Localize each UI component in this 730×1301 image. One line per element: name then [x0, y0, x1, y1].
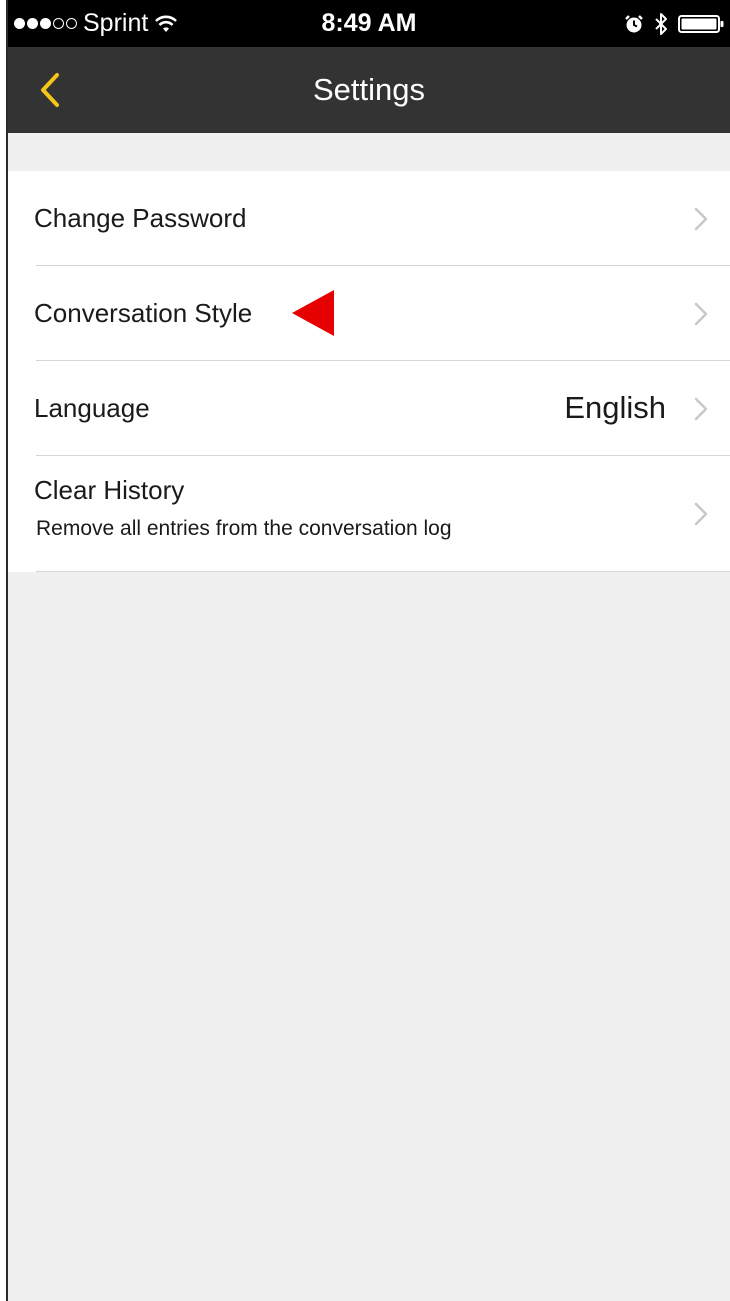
status-time: 8:49 AM: [321, 9, 417, 37]
settings-item-sublabel: Remove all entries from the conversation…: [36, 517, 452, 540]
status-bar: Sprint 8:49 AM: [8, 0, 730, 47]
settings-item-label: Change Password: [34, 203, 247, 233]
annotation-arrow-icon: [292, 290, 334, 336]
alarm-icon: [624, 14, 644, 34]
settings-item-language[interactable]: Language English: [8, 361, 730, 456]
settings-item-clear-history[interactable]: Clear History Remove all entries from th…: [8, 456, 730, 572]
page-title: Settings: [312, 72, 425, 107]
settings-item-label: Clear History: [34, 475, 185, 505]
settings-item-label: Conversation Style: [34, 298, 253, 328]
settings-item-label: Language: [34, 393, 150, 423]
status-right: [624, 0, 724, 47]
row-divider: [36, 570, 730, 572]
bluetooth-icon: [654, 12, 668, 36]
chevron-right-icon: [694, 397, 708, 421]
battery-icon: [678, 14, 724, 34]
screenshot-border: [6, 0, 8, 1301]
phone-screen: Sprint 8:49 AM Settings Change Password …: [0, 0, 730, 1301]
settings-item-conversation-style[interactable]: Conversation Style: [8, 266, 730, 361]
settings-content: Change Password Conversation Style Langu…: [8, 133, 730, 1301]
settings-list: Change Password Conversation Style Langu…: [8, 171, 730, 572]
chevron-right-icon: [694, 207, 708, 231]
settings-item-change-password[interactable]: Change Password: [8, 171, 730, 266]
chevron-right-icon: [694, 502, 708, 526]
navigation-bar: Settings: [8, 47, 730, 133]
language-value: English: [564, 390, 666, 425]
chevron-right-icon: [694, 302, 708, 326]
